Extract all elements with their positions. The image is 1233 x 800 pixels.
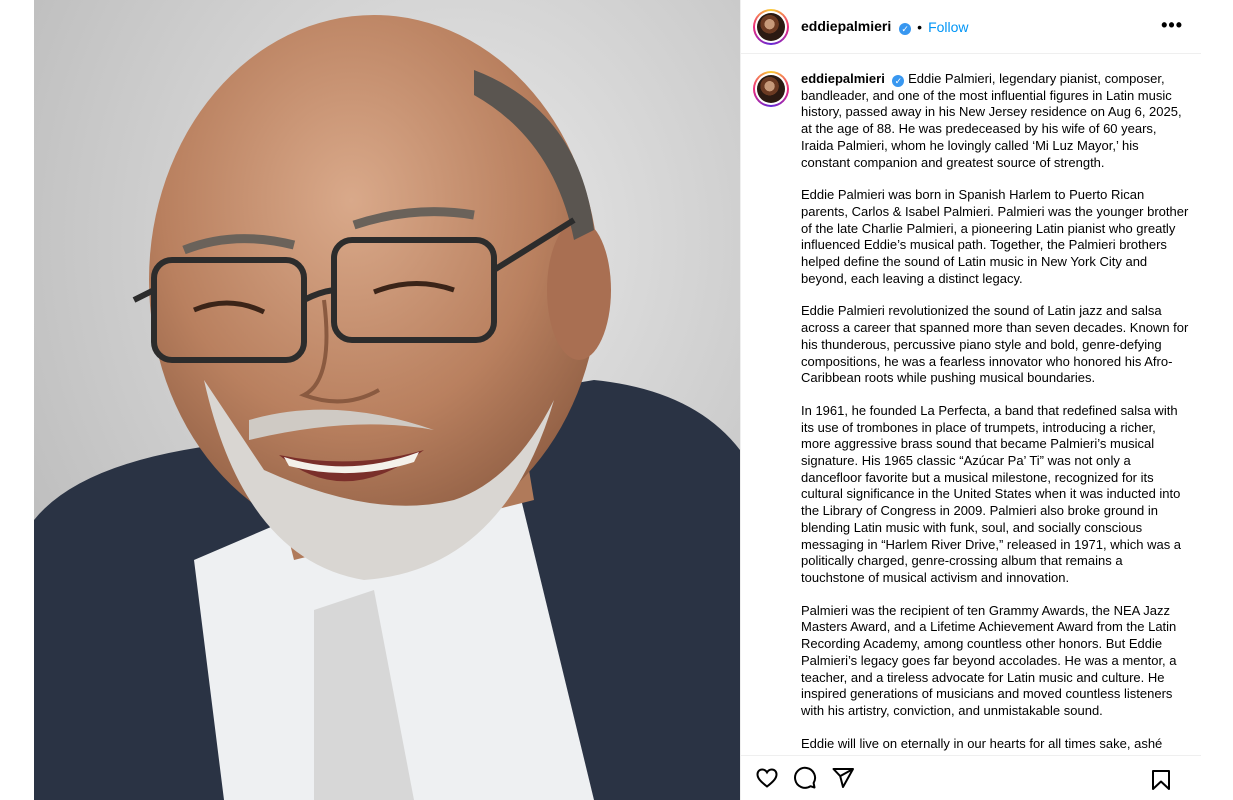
caption-avatar-image bbox=[757, 75, 785, 103]
avatar-frame bbox=[755, 10, 787, 43]
header-username-text[interactable]: eddiepalmieri bbox=[801, 18, 891, 34]
caption-paragraph: Eddie Palmieri was born in Spanish Harle… bbox=[801, 187, 1189, 286]
portrait-image bbox=[34, 0, 740, 800]
follow-button[interactable]: Follow bbox=[928, 19, 968, 35]
caption-username[interactable]: eddiepalmieri bbox=[801, 71, 885, 86]
header-username[interactable]: eddiepalmieri ✓ bbox=[801, 18, 912, 35]
heart-icon[interactable] bbox=[755, 766, 779, 790]
bookmark-icon[interactable] bbox=[1149, 768, 1173, 792]
post-sidebar: eddiepalmieri ✓ • Follow ••• eddiepalmie… bbox=[740, 0, 1201, 800]
avatar[interactable] bbox=[753, 8, 789, 45]
verified-badge-icon: ✓ bbox=[899, 23, 912, 35]
caption-avatar[interactable] bbox=[753, 71, 789, 107]
separator-dot: • bbox=[917, 18, 923, 35]
avatar-image bbox=[757, 12, 785, 41]
caption-paragraph: Eddie will live on eternally in our hear… bbox=[801, 735, 1163, 751]
caption-paragraph: eddiepalmieri ✓ Eddie Palmieri, legendar… bbox=[801, 71, 1189, 171]
caption-paragraph: Eddie Palmieri revolutionized the sound … bbox=[801, 303, 1189, 386]
caption-paragraph: In 1961, he founded La Perfecta, a band … bbox=[801, 402, 1182, 585]
caption-area: eddiepalmieri ✓ Eddie Palmieri, legendar… bbox=[741, 55, 1201, 755]
caption-avatar-frame bbox=[755, 73, 787, 105]
paper-plane-icon[interactable] bbox=[831, 766, 855, 790]
post-header: eddiepalmieri ✓ • Follow ••• bbox=[741, 0, 1201, 54]
caption-text: eddiepalmieri ✓ Eddie Palmieri, legendar… bbox=[801, 71, 1189, 755]
caption-paragraph: Palmieri was the recipient of ten Grammy… bbox=[801, 602, 1177, 718]
post-photo bbox=[34, 0, 740, 800]
comment-bubble-icon[interactable] bbox=[793, 766, 817, 790]
more-horizontal-icon[interactable]: ••• bbox=[1161, 15, 1183, 36]
action-bar bbox=[741, 755, 1201, 800]
caption-verified-badge-icon: ✓ bbox=[892, 75, 905, 87]
